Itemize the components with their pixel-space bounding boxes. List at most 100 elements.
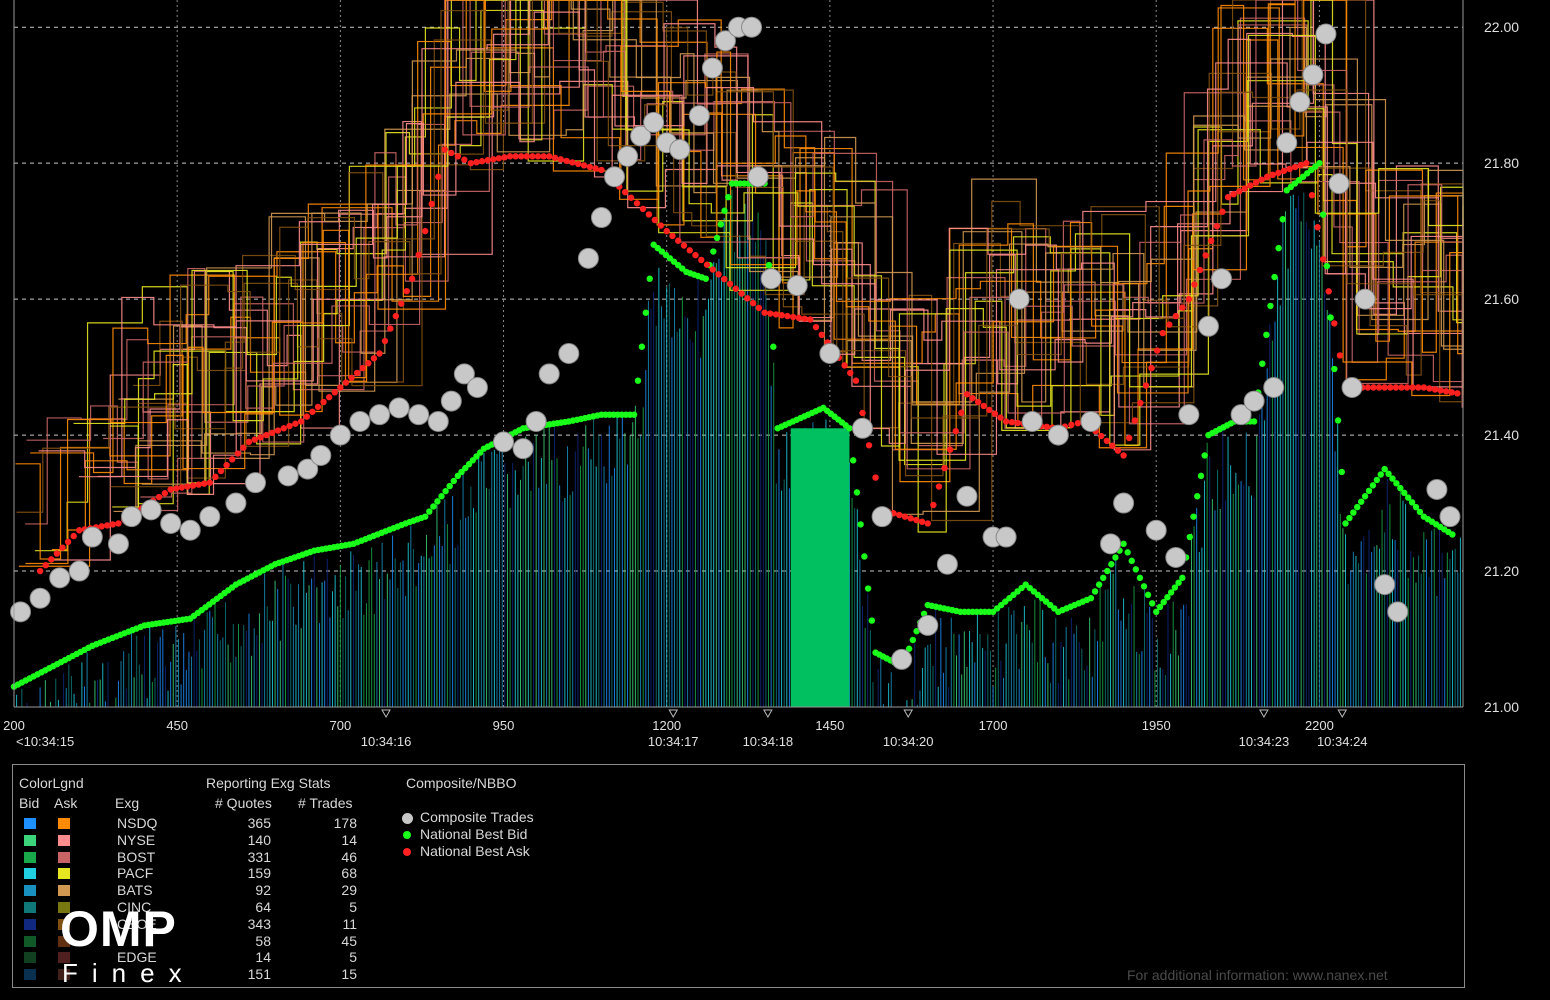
composite-trade-point <box>29 587 51 609</box>
best-ask-point <box>1208 237 1215 245</box>
best-ask-point <box>847 369 854 377</box>
best-ask-point <box>115 520 122 527</box>
best-bid-point <box>630 411 638 418</box>
exchange-name: NYSE <box>117 831 156 848</box>
ask-swatch <box>58 818 70 829</box>
best-ask-point <box>1219 208 1226 215</box>
best-ask-point <box>195 481 202 488</box>
best-ask-point <box>1236 188 1243 195</box>
x-tick-label: 450 <box>166 718 188 733</box>
bid-fill-block <box>790 428 850 707</box>
best-ask-point <box>309 408 316 415</box>
trade-count: 178 <box>333 815 357 831</box>
best-ask-point <box>1172 312 1180 320</box>
best-ask-point <box>337 384 344 391</box>
composite-trade-point <box>917 614 939 636</box>
best-ask-point <box>1252 179 1260 186</box>
composite-trade-point <box>1100 533 1122 555</box>
quote-count: 159 <box>247 865 271 882</box>
best-ask-point <box>557 156 565 163</box>
best-ask-point <box>348 374 355 381</box>
best-ask-point <box>257 434 264 441</box>
best-ask-point <box>495 155 503 162</box>
composite-trade-point <box>558 343 580 364</box>
best-ask-point <box>392 312 400 320</box>
composite-trade-point <box>1439 506 1461 528</box>
best-ask-point <box>709 266 716 273</box>
best-ask-point <box>1043 423 1050 430</box>
composite-trade-point <box>107 533 129 555</box>
composite-trade-point <box>1243 390 1265 412</box>
best-ask-point <box>303 413 310 420</box>
time-label: 10:34:17 <box>648 734 699 749</box>
composite-trade-point <box>388 397 410 419</box>
nbbo-label: National Best Bid <box>420 826 528 842</box>
best-ask-point <box>370 355 378 362</box>
composite-trade-point <box>1374 574 1396 596</box>
best-ask-point <box>980 402 987 410</box>
best-bid-point <box>1179 574 1186 582</box>
quote-count: 64 <box>255 899 271 915</box>
best-ask-point <box>651 216 659 224</box>
quotes-header: # Quotes <box>215 795 272 811</box>
best-ask-point <box>1213 223 1221 230</box>
best-ask-point <box>580 162 588 169</box>
trade-count: 46 <box>341 848 357 865</box>
best-ask-point <box>228 456 236 463</box>
best-ask-point <box>991 410 999 417</box>
bid-swatch <box>24 885 36 897</box>
best-ask-point <box>408 275 416 282</box>
best-ask-point <box>818 331 825 339</box>
best-ask-point <box>104 522 111 529</box>
best-ask-point <box>234 450 241 457</box>
best-ask-point <box>217 467 225 475</box>
best-bid-point <box>1148 600 1156 607</box>
composite-trade-point <box>1165 546 1187 568</box>
best-ask-point <box>1308 192 1316 199</box>
x-tick-label: 1200 <box>652 718 681 733</box>
best-ask-point <box>467 159 475 167</box>
composite-trade-point <box>1315 23 1337 45</box>
best-ask-point <box>280 425 287 432</box>
best-bid-point <box>1099 574 1107 582</box>
best-ask-point <box>98 523 105 530</box>
composite-trade-point <box>329 424 351 446</box>
best-ask-point <box>563 157 570 165</box>
best-ask-point <box>245 438 253 446</box>
best-ask-point <box>795 314 803 322</box>
best-ask-point <box>1196 266 1204 274</box>
best-ask-point <box>365 360 372 367</box>
best-ask-point <box>1185 295 1193 303</box>
best-ask-point <box>657 222 664 229</box>
best-ask-point <box>1291 163 1299 171</box>
best-ask-point <box>1074 419 1082 427</box>
best-ask-point <box>1437 387 1444 394</box>
best-bid-point <box>1140 583 1148 590</box>
trade-count: 15 <box>341 966 357 983</box>
trade-count: 5 <box>349 899 357 915</box>
omp-finex-logo: OMP Finex <box>0 900 255 1000</box>
best-ask-point <box>422 227 429 235</box>
composite-trade-point <box>49 567 71 589</box>
best-ask-point <box>801 315 808 322</box>
best-bid-point <box>1350 509 1357 516</box>
best-ask-point <box>1008 419 1016 426</box>
time-label: 10:34:24 <box>1317 734 1368 749</box>
best-ask-point <box>1153 347 1161 354</box>
best-ask-point <box>1125 434 1133 442</box>
bid-header: Bid <box>19 795 40 811</box>
best-ask-point <box>1258 176 1265 183</box>
best-ask-point <box>1202 252 1209 259</box>
composite-trade-point <box>590 207 612 229</box>
quote-count: 365 <box>247 815 271 831</box>
trades-header: # Trades <box>298 795 353 811</box>
composite-trade-point <box>1263 376 1285 398</box>
best-bid-point <box>1197 472 1205 480</box>
composite-trade-point <box>512 438 534 460</box>
best-ask-point <box>663 227 670 235</box>
ask-swatch <box>58 851 70 863</box>
best-ask-point <box>1375 384 1383 391</box>
quote-count: 140 <box>247 831 271 848</box>
best-ask-point <box>1269 171 1276 179</box>
composite-trade-point <box>440 390 462 412</box>
